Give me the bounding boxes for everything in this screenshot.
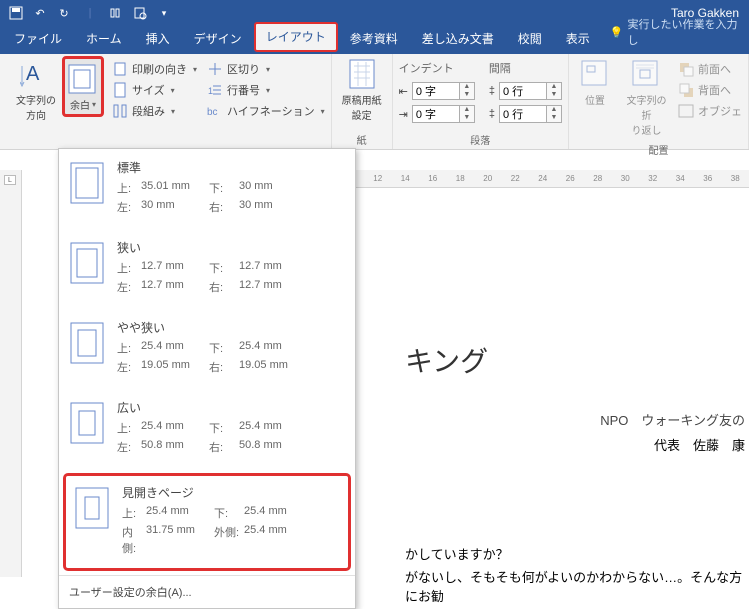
margins-option-3[interactable]: 広い 上:25.4 mm下:25.4 mm 左:50.8 mm右:50.8 mm [59, 389, 355, 469]
tab-mailings[interactable]: 差し込み文書 [410, 24, 506, 54]
vertical-ruler [0, 170, 22, 577]
document-area[interactable]: キング NPO ウォーキング友の 代表 佐藤 康 かしていますか？ がないし、そ… [365, 190, 749, 577]
qat-more-icon[interactable]: ▾ [154, 3, 174, 23]
margins-option-icon [67, 319, 107, 367]
text-direction-button[interactable]: A 文字列の 方向 [12, 56, 60, 124]
indent-right-input[interactable]: ▲▼ [412, 105, 475, 123]
tell-me[interactable]: 💡実行したい作業を入力し [602, 10, 747, 54]
margins-option-icon [67, 159, 107, 207]
selection-pane-button[interactable]: オブジェ [678, 102, 742, 120]
wrap-text-button[interactable]: 文字列の折 り返し [621, 56, 672, 139]
tab-references[interactable]: 参考資料 [338, 24, 410, 54]
doc-rep: 代表 佐藤 康 [405, 435, 749, 454]
doc-org: NPO ウォーキング友の [405, 410, 749, 429]
undo-icon[interactable]: ↶ [30, 3, 50, 23]
tab-home[interactable]: ホーム [74, 24, 134, 54]
manuscript-group-label: 紙 [338, 129, 386, 149]
spacing-before-input[interactable]: ▲▼ [499, 82, 562, 100]
margins-option-title: 広い [117, 399, 347, 416]
breaks-button[interactable]: 区切り▾ [207, 60, 325, 78]
spacing-before-icon: ‡ [489, 85, 495, 97]
indent-header: インデント [399, 60, 475, 78]
line-numbers-button[interactable]: 1行番号▾ [207, 81, 325, 99]
size-button[interactable]: サイズ▾ [112, 81, 197, 99]
paragraph-group-label: 段落 [399, 129, 562, 149]
manuscript-button[interactable]: 原稿用紙 設定 [338, 56, 386, 124]
position-button[interactable]: 位置 [575, 56, 615, 109]
margins-option-2[interactable]: やや狭い 上:25.4 mm下:25.4 mm 左:19.05 mm右:19.0… [59, 309, 355, 389]
indent-left-icon: ⇤ [399, 85, 408, 98]
custom-margins[interactable]: ユーザー設定の余白(A)... [59, 575, 355, 608]
save-icon[interactable] [6, 3, 26, 23]
margins-option-title: 狭い [117, 239, 347, 256]
margins-option-title: 標準 [117, 159, 347, 176]
margins-option-icon [72, 484, 112, 532]
indent-left-input[interactable]: ▲▼ [412, 82, 475, 100]
indent-right-icon: ⇥ [399, 108, 408, 121]
svg-text:A: A [26, 63, 40, 85]
tab-design[interactable]: デザイン [182, 24, 254, 54]
spacing-header: 間隔 [489, 60, 562, 78]
orientation-button[interactable]: 印刷の向き▾ [112, 60, 197, 78]
margins-option-4[interactable]: 見開きページ 上:25.4 mm下:25.4 mm 内側:31.75 mm外側:… [63, 473, 351, 571]
redo-icon[interactable]: ↻ [54, 3, 74, 23]
horizontal-ruler: 1214161820222426283032343638 [356, 170, 749, 188]
tab-insert[interactable]: 挿入 [134, 24, 182, 54]
qat-preview-icon[interactable] [130, 3, 150, 23]
doc-body1: かしていますか？ [405, 544, 749, 563]
arrange-group-label: 配置 [575, 139, 742, 159]
send-backward-button[interactable]: 背面へ [678, 81, 742, 99]
tab-layout[interactable]: レイアウト [254, 22, 338, 52]
margins-option-icon [67, 239, 107, 287]
svg-text:bc: bc [207, 107, 218, 118]
margins-option-0[interactable]: 標準 上:35.01 mm下:30 mm 左:30 mm右:30 mm [59, 149, 355, 229]
tab-file[interactable]: ファイル [2, 24, 74, 54]
doc-heading: キング [405, 340, 749, 380]
bring-forward-button[interactable]: 前面へ [678, 60, 742, 78]
spacing-after-input[interactable]: ▲▼ [499, 105, 562, 123]
qat-icon[interactable] [106, 3, 126, 23]
margins-option-title: 見開きページ [122, 484, 342, 501]
ruler-corner: L [4, 175, 16, 185]
margins-dropdown: 標準 上:35.01 mm下:30 mm 左:30 mm右:30 mm 狭い 上… [58, 148, 356, 609]
tab-view[interactable]: 表示 [554, 24, 602, 54]
margins-option-title: やや狭い [117, 319, 347, 336]
columns-button[interactable]: 段組み▾ [112, 102, 197, 120]
margins-option-1[interactable]: 狭い 上:12.7 mm下:12.7 mm 左:12.7 mm右:12.7 mm [59, 229, 355, 309]
margins-button[interactable]: 余白▾ [62, 56, 104, 117]
hyphenation-button[interactable]: bcハイフネーション▾ [207, 102, 325, 120]
margins-option-icon [67, 399, 107, 447]
spacing-after-icon: ‡ [489, 108, 495, 120]
tab-review[interactable]: 校閲 [506, 24, 554, 54]
svg-text:1: 1 [208, 86, 213, 96]
doc-body2: がないし、そもそも何がよいのかわからない…。そんな方にお勧 [405, 567, 749, 605]
